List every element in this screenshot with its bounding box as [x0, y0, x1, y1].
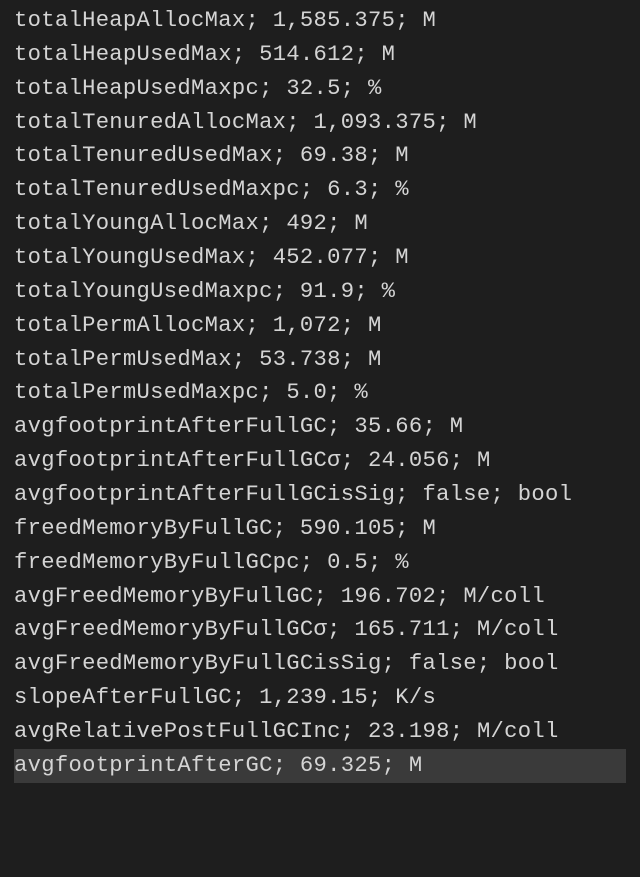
metric-unit: M [477, 448, 491, 473]
metric-unit: % [354, 380, 368, 405]
metric-value: 452.077 [273, 245, 368, 270]
metric-line: avgFreedMemoryByFullGC; 196.702; M/coll [14, 580, 626, 614]
metric-line: totalHeapUsedMax; 514.612; M [14, 38, 626, 72]
metric-unit: M/coll [463, 584, 545, 609]
metric-name: avgFreedMemoryByFullGCisSig [14, 651, 382, 676]
metric-list: totalHeapAllocMax; 1,585.375; MtotalHeap… [14, 4, 626, 783]
metric-name: avgfootprintAfterFullGCisSig [14, 482, 395, 507]
metric-unit: % [395, 177, 409, 202]
metric-value: false [422, 482, 490, 507]
metric-value: 69.325 [300, 753, 382, 778]
metric-line: slopeAfterFullGC; 1,239.15; K/s [14, 681, 626, 715]
metric-line: totalTenuredUsedMaxpc; 6.3; % [14, 173, 626, 207]
metric-unit: % [368, 76, 382, 101]
metric-line: avgFreedMemoryByFullGCisSig; false; bool [14, 647, 626, 681]
metric-unit: M [463, 110, 477, 135]
metric-value: 1,093.375 [314, 110, 437, 135]
metric-value: 35.66 [354, 414, 422, 439]
metric-name: totalHeapUsedMax [14, 42, 232, 67]
metric-value: 53.738 [259, 347, 341, 372]
metric-value: 514.612 [259, 42, 354, 67]
metric-line: freedMemoryByFullGC; 590.105; M [14, 512, 626, 546]
metric-name: totalPermAllocMax [14, 313, 245, 338]
metric-name: totalHeapAllocMax [14, 8, 245, 33]
metric-unit: % [395, 550, 409, 575]
metric-line: totalPermUsedMaxpc; 5.0; % [14, 376, 626, 410]
metric-name: totalYoungUsedMax [14, 245, 245, 270]
metric-value: 1,585.375 [273, 8, 396, 33]
metric-line: totalPermAllocMax; 1,072; M [14, 309, 626, 343]
metric-unit: M [368, 313, 382, 338]
metric-line: totalTenuredUsedMax; 69.38; M [14, 139, 626, 173]
metric-name: avgFreedMemoryByFullGC [14, 584, 314, 609]
metric-name: avgRelativePostFullGCInc [14, 719, 341, 744]
metric-name: slopeAfterFullGC [14, 685, 232, 710]
metric-line: avgFreedMemoryByFullGCσ; 165.711; M/coll [14, 613, 626, 647]
metric-value: 69.38 [300, 143, 368, 168]
metric-unit: K/s [395, 685, 436, 710]
metric-value: 32.5 [286, 76, 340, 101]
metric-value: 6.3 [327, 177, 368, 202]
metric-unit: M [382, 42, 396, 67]
metric-name: avgfootprintAfterFullGC [14, 414, 327, 439]
metric-line: totalTenuredAllocMax; 1,093.375; M [14, 106, 626, 140]
metric-name: totalPermUsedMaxpc [14, 380, 259, 405]
metric-name: totalYoungAllocMax [14, 211, 259, 236]
metric-name: totalYoungUsedMaxpc [14, 279, 273, 304]
metric-line: totalHeapUsedMaxpc; 32.5; % [14, 72, 626, 106]
metric-name: freedMemoryByFullGC [14, 516, 273, 541]
metric-line: avgfootprintAfterGC; 69.325; M [14, 749, 626, 783]
metric-line: avgRelativePostFullGCInc; 23.198; M/coll [14, 715, 626, 749]
metric-line: totalYoungUsedMax; 452.077; M [14, 241, 626, 275]
metric-value: 590.105 [300, 516, 395, 541]
metric-name: avgfootprintAfterGC [14, 753, 273, 778]
metric-line: freedMemoryByFullGCpc; 0.5; % [14, 546, 626, 580]
metric-value: 91.9 [300, 279, 354, 304]
metric-line: totalYoungAllocMax; 492; M [14, 207, 626, 241]
metric-line: avgfootprintAfterFullGCσ; 24.056; M [14, 444, 626, 478]
metric-unit: M [395, 143, 409, 168]
metric-line: totalYoungUsedMaxpc; 91.9; % [14, 275, 626, 309]
metric-value: 196.702 [341, 584, 436, 609]
metric-name: avgfootprintAfterFullGCσ [14, 448, 341, 473]
metric-name: totalTenuredUsedMaxpc [14, 177, 300, 202]
metric-value: 24.056 [368, 448, 450, 473]
metric-line: totalPermUsedMax; 53.738; M [14, 343, 626, 377]
metric-value: false [409, 651, 477, 676]
metric-name: avgFreedMemoryByFullGCσ [14, 617, 327, 642]
metric-unit: % [382, 279, 396, 304]
metric-unit: M [354, 211, 368, 236]
metric-unit: M [422, 516, 436, 541]
metric-line: avgfootprintAfterFullGC; 35.66; M [14, 410, 626, 444]
metric-value: 23.198 [368, 719, 450, 744]
metric-unit: M [450, 414, 464, 439]
metric-name: totalTenuredAllocMax [14, 110, 286, 135]
metric-line: totalHeapAllocMax; 1,585.375; M [14, 4, 626, 38]
metric-value: 1,072 [273, 313, 341, 338]
metric-unit: M [409, 753, 423, 778]
metric-value: 1,239.15 [259, 685, 368, 710]
metric-unit: M [395, 245, 409, 270]
metric-unit: M/coll [477, 719, 559, 744]
metric-unit: M [368, 347, 382, 372]
metric-value: 165.711 [354, 617, 449, 642]
metric-name: totalHeapUsedMaxpc [14, 76, 259, 101]
metric-name: totalTenuredUsedMax [14, 143, 273, 168]
metric-unit: M [422, 8, 436, 33]
metric-line: avgfootprintAfterFullGCisSig; false; boo… [14, 478, 626, 512]
metric-name: freedMemoryByFullGCpc [14, 550, 300, 575]
metric-unit: M/coll [477, 617, 559, 642]
metric-value: 0.5 [327, 550, 368, 575]
metric-unit: bool [518, 482, 572, 507]
metric-unit: bool [504, 651, 558, 676]
metric-name: totalPermUsedMax [14, 347, 232, 372]
metric-value: 5.0 [286, 380, 327, 405]
metric-value: 492 [286, 211, 327, 236]
